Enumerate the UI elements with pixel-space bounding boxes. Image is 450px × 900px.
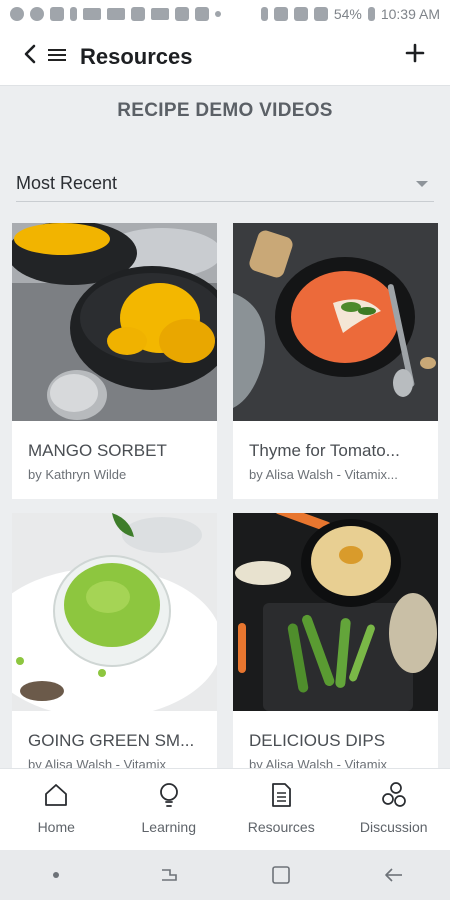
video-thumbnail[interactable] <box>233 513 438 711</box>
home-icon <box>45 784 68 806</box>
email-icon <box>151 8 169 20</box>
square-home-icon <box>272 866 291 884</box>
home-system-button[interactable] <box>269 863 293 887</box>
skype-icon <box>10 7 24 21</box>
status-notification-icons <box>10 7 221 21</box>
battery-percent: 54% <box>333 6 362 22</box>
video-card-title: DELICIOUS DIPS <box>249 731 386 750</box>
delicious-dips-image <box>233 513 438 711</box>
content-area[interactable]: RECIPE DEMO VIDEOS Most Recent MANGO SOR… <box>0 86 450 768</box>
system-navigation-bar <box>0 850 450 900</box>
system-back-button[interactable] <box>382 863 406 887</box>
video-card-author: by Alisa Walsh - Vitamix <box>28 757 166 768</box>
video-card-mango-sorbet[interactable]: MANGO SORBET by Kathryn Wilde <box>12 223 217 499</box>
video-card-delicious-dips[interactable]: DELICIOUS DIPS by Alisa Walsh - Vitamix <box>233 513 438 768</box>
app-bar: Resources <box>0 28 450 86</box>
status-bar: 54% 10:39 AM <box>0 0 450 28</box>
dot-icon <box>53 872 60 878</box>
tab-label: Resources <box>247 819 315 835</box>
gallery-icon <box>107 8 125 20</box>
recent-apps-button[interactable] <box>157 863 181 887</box>
video-card-title: MANGO SORBET <box>28 441 167 460</box>
tab-label: Discussion <box>359 819 428 835</box>
tab-label: Learning <box>141 819 197 835</box>
page-title: Resources <box>80 44 193 69</box>
bottom-navigation: Home Learning Resources Discussion <box>0 768 450 850</box>
tab-label: Home <box>37 819 75 835</box>
sort-dropdown-label: Most Recent <box>16 173 118 193</box>
wifi-call-icon <box>175 7 189 21</box>
video-thumbnail[interactable] <box>12 513 217 711</box>
recent-apps-icon <box>161 869 177 881</box>
document-icon <box>272 783 292 807</box>
plus-icon[interactable] <box>404 42 426 64</box>
tomato-soup-image <box>233 223 438 421</box>
nfc-icon <box>273 7 288 21</box>
discussion-bubbles-icon <box>381 782 406 807</box>
clock: 10:39 AM <box>380 6 440 22</box>
more-dot-icon <box>215 11 221 17</box>
video-card-title: GOING GREEN SM... <box>28 731 195 750</box>
signal-icon <box>313 7 328 21</box>
battery-icon <box>367 7 375 21</box>
wifi-icon <box>293 7 308 21</box>
notification-icon <box>30 7 44 21</box>
lightbulb-icon <box>159 783 178 807</box>
green-smoothie-image <box>12 513 217 711</box>
tab-home[interactable]: Home <box>0 769 113 850</box>
bluetooth-icon <box>260 7 268 21</box>
video-card-thyme-for-tomato[interactable]: Thyme for Tomato... by Alisa Walsh - Vit… <box>233 223 438 499</box>
usb-icon <box>70 7 77 21</box>
video-card-title: Thyme for Tomato... <box>249 441 400 460</box>
app-notification-icon <box>50 7 64 21</box>
video-thumbnail[interactable] <box>12 223 217 421</box>
tab-discussion[interactable]: Discussion <box>338 769 450 850</box>
status-system-icons: 54% 10:39 AM <box>260 6 440 22</box>
mango-sorbet-image <box>12 223 217 421</box>
sort-dropdown[interactable]: Most Recent <box>16 166 434 202</box>
nav-dot-button[interactable] <box>44 863 68 887</box>
back-arrow-icon[interactable] <box>22 42 40 66</box>
tab-learning[interactable]: Learning <box>113 769 226 850</box>
system-back-arrow-icon <box>384 868 402 882</box>
phone-icon <box>131 7 145 21</box>
dropdown-caret-icon <box>416 180 428 187</box>
video-thumbnail[interactable] <box>233 223 438 421</box>
section-title: RECIPE DEMO VIDEOS <box>117 100 333 121</box>
video-card-going-green-smoothie[interactable]: GOING GREEN SM... by Alisa Walsh - Vitam… <box>12 513 217 768</box>
image-icon <box>83 8 101 20</box>
video-card-author: by Alisa Walsh - Vitamix <box>249 757 387 768</box>
tab-resources[interactable]: Resources <box>225 769 338 850</box>
video-card-author: by Alisa Walsh - Vitamix... <box>249 467 398 482</box>
hamburger-menu-icon[interactable] <box>48 46 66 64</box>
screenshot-icon <box>195 7 209 21</box>
video-card-author: by Kathryn Wilde <box>28 467 127 482</box>
